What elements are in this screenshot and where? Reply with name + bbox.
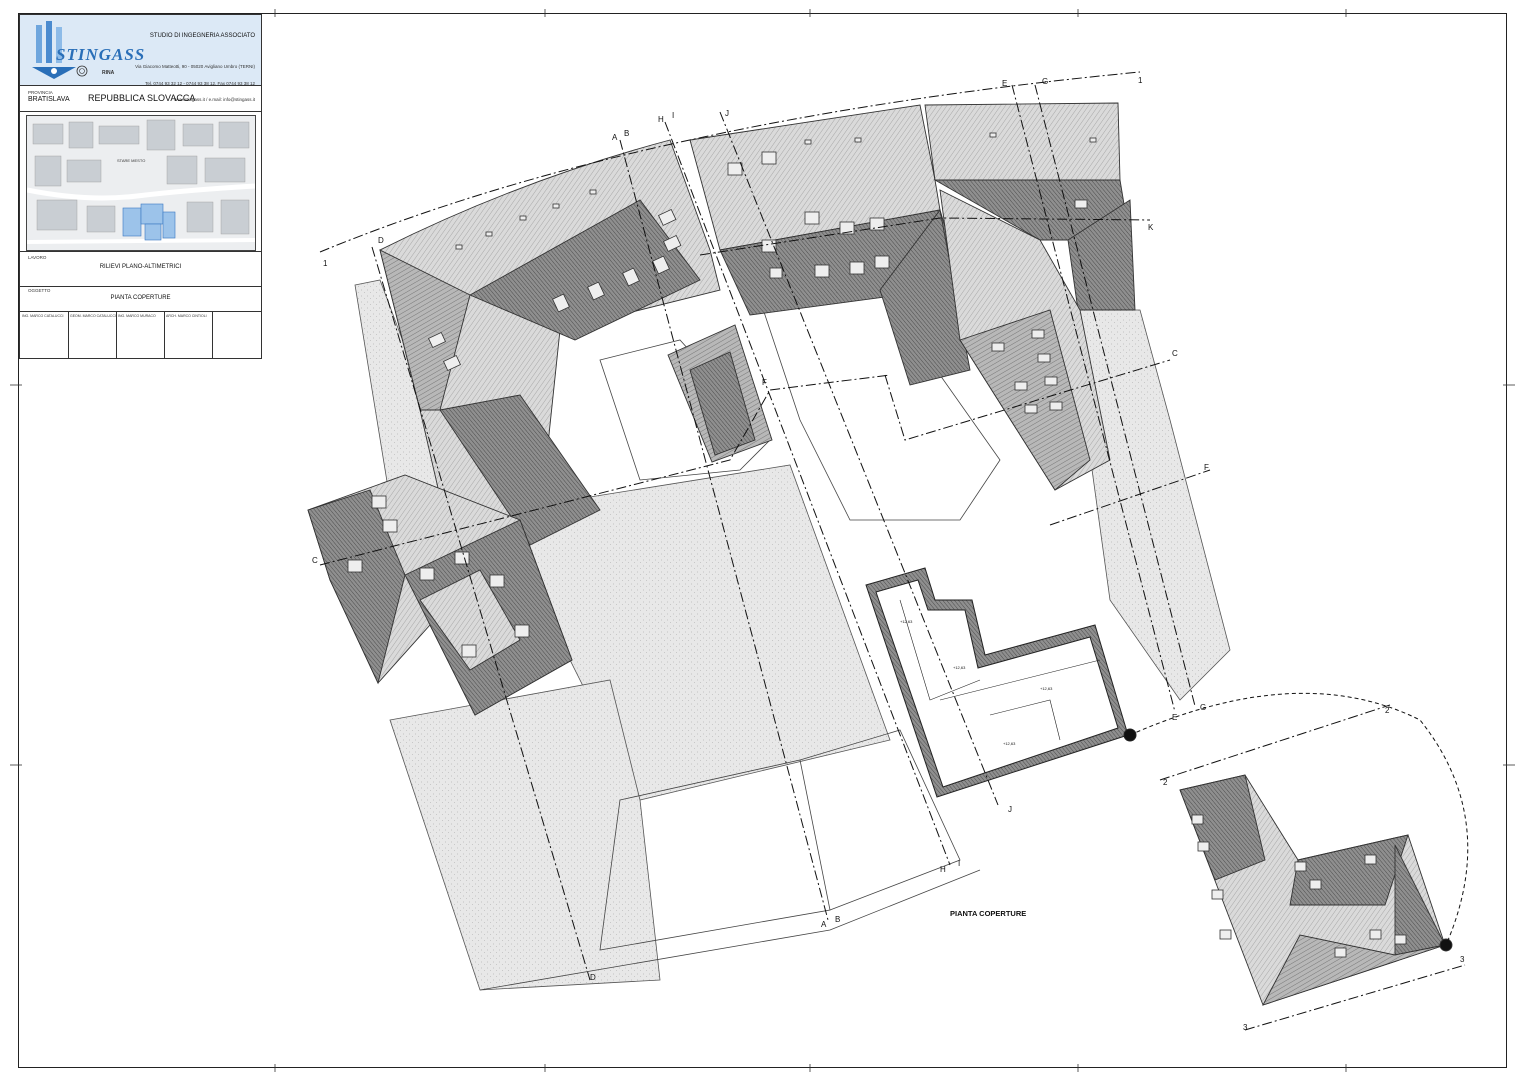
level-label-2: +12,63 bbox=[953, 665, 966, 670]
mark-F-west: F bbox=[762, 378, 767, 387]
mark-K: K bbox=[1148, 223, 1154, 232]
mark-G-top: G bbox=[1042, 77, 1048, 86]
mark-B-bottom: B bbox=[835, 915, 840, 924]
mark-D-bottom: D bbox=[590, 973, 596, 982]
mark-F-east: F bbox=[1204, 463, 1209, 472]
level-label-1: +12,63 bbox=[900, 619, 913, 624]
level-label-3: +12,63 bbox=[1040, 686, 1053, 691]
roof-building-northeast bbox=[924, 102, 1136, 491]
svg-text:3: 3 bbox=[1243, 1023, 1248, 1032]
drawing-sheet: STINGASS STUDIO DI INGEGNERIA ASSOCIATO … bbox=[0, 0, 1527, 1080]
mark-I-bottom: I bbox=[958, 859, 960, 868]
mark-E-top: E bbox=[1002, 79, 1007, 88]
mark-D-top: D bbox=[378, 236, 384, 245]
roof-building-surveyed bbox=[865, 567, 1137, 798]
mark-A-top: A bbox=[612, 133, 618, 142]
level-label-4: +12,63 bbox=[1003, 741, 1016, 746]
mark-E-bottom: E bbox=[1172, 713, 1177, 722]
mark-J-bottom: J bbox=[1008, 805, 1012, 814]
mark-H-bottom: H bbox=[940, 865, 946, 874]
svg-text:2: 2 bbox=[1163, 778, 1168, 787]
roof-building-center-small bbox=[667, 324, 773, 463]
mark-G-bottom: G bbox=[1200, 703, 1206, 712]
svg-text:1: 1 bbox=[1138, 76, 1143, 85]
mark-H-top: H bbox=[658, 115, 664, 124]
mark-C-west: C bbox=[312, 556, 318, 565]
section-line-2 bbox=[1159, 704, 1391, 781]
svg-text:3: 3 bbox=[1460, 955, 1465, 964]
roof-plan: A B A B C C D D E E F F G G H I H I J J … bbox=[10, 9, 1515, 1072]
mark-B-top: B bbox=[624, 129, 629, 138]
plan-caption: PIANTA COPERTURE bbox=[950, 909, 1027, 918]
mark-I-top: I bbox=[672, 111, 674, 120]
mark-J-top: J bbox=[725, 109, 729, 118]
svg-text:1: 1 bbox=[323, 259, 328, 268]
mark-C-east: C bbox=[1172, 349, 1178, 358]
mark-A-bottom: A bbox=[821, 920, 827, 929]
svg-text:2: 2 bbox=[1385, 706, 1390, 715]
